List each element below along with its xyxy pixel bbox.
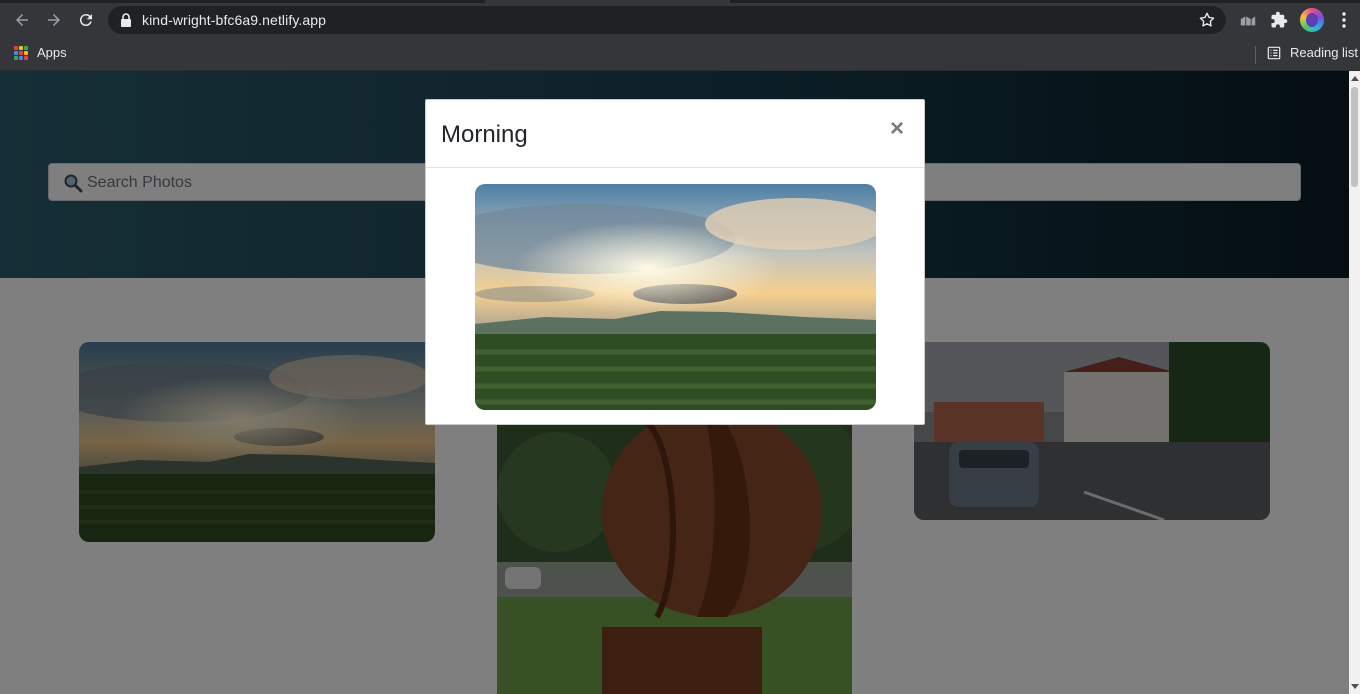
modal-photo	[475, 184, 876, 410]
active-tab-indicator[interactable]	[485, 0, 730, 3]
reading-list-icon	[1267, 46, 1281, 59]
back-arrow-icon[interactable]	[10, 8, 34, 32]
close-icon[interactable]: ×	[890, 117, 904, 141]
profile-avatar[interactable]	[1300, 8, 1324, 32]
scroll-down-arrow-icon[interactable]	[1351, 684, 1359, 689]
reload-icon[interactable]	[74, 8, 98, 32]
address-bar[interactable]: kind-wright-bfc6a9.netlify.app	[108, 6, 1226, 34]
performance-extension-icon[interactable]	[1238, 10, 1258, 30]
page-scrollbar[interactable]	[1349, 71, 1360, 694]
reading-list-button[interactable]: Reading list	[1267, 45, 1358, 60]
reading-list-label: Reading list	[1290, 45, 1358, 60]
bookmarks-divider	[1255, 46, 1256, 64]
sunrise-vineyard-image	[475, 184, 876, 410]
photo-modal: Morning ×	[425, 99, 925, 425]
chrome-menu-icon[interactable]	[1334, 10, 1354, 30]
scroll-thumb[interactable]	[1351, 87, 1358, 187]
forward-arrow-icon[interactable]	[42, 8, 66, 32]
scroll-up-arrow-icon[interactable]	[1351, 76, 1359, 81]
modal-title: Morning	[441, 121, 528, 148]
apps-grid-icon	[14, 45, 28, 60]
bookmark-star-icon[interactable]	[1198, 11, 1216, 29]
lock-icon	[121, 13, 131, 27]
url-text[interactable]: kind-wright-bfc6a9.netlify.app	[142, 12, 326, 28]
apps-label: Apps	[37, 45, 67, 60]
apps-shortcut[interactable]: Apps	[14, 45, 67, 60]
puzzle-extensions-icon[interactable]	[1269, 10, 1289, 30]
bookmarks-bar: Apps Reading list	[0, 40, 1360, 71]
browser-toolbar: kind-wright-bfc6a9.netlify.app	[0, 0, 1360, 40]
modal-header: Morning ×	[426, 100, 924, 168]
